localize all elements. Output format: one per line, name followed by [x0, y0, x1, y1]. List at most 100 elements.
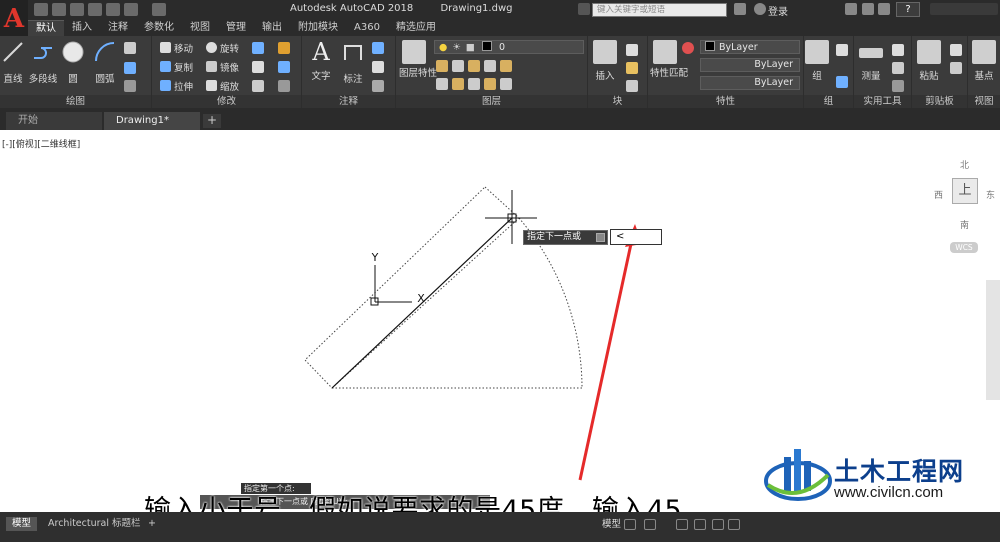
- viewcube[interactable]: 北 西 东 上 南 WCS: [930, 156, 995, 256]
- new-tab-button[interactable]: +: [203, 114, 221, 128]
- layer-lock-icon[interactable]: [484, 60, 496, 72]
- tab-start[interactable]: 开始: [6, 112, 102, 130]
- layer-unlock-icon[interactable]: [500, 78, 512, 90]
- ortho-icon[interactable]: [676, 519, 688, 530]
- tab-addins[interactable]: 附加模块: [290, 20, 346, 36]
- wcs-menu-button[interactable]: WCS: [950, 242, 978, 253]
- linear-dimension-icon[interactable]: [372, 42, 384, 54]
- make-current-icon[interactable]: [500, 60, 512, 72]
- copy-clip-icon[interactable]: [950, 62, 962, 74]
- circle-button[interactable]: 圆: [58, 40, 88, 85]
- polar-icon[interactable]: [694, 519, 706, 530]
- properties-group-title[interactable]: 特性: [648, 95, 803, 108]
- tab-insert[interactable]: 插入: [64, 20, 100, 36]
- layers-group-title[interactable]: 图层: [396, 95, 587, 108]
- tab-a360[interactable]: A360: [346, 20, 388, 36]
- fillet-icon[interactable]: [252, 61, 264, 73]
- copy-button[interactable]: 复制: [160, 59, 193, 74]
- help-button[interactable]: ?: [896, 2, 920, 17]
- layer-thaw-icon[interactable]: [484, 78, 496, 90]
- options-arrow-icon[interactable]: [596, 233, 605, 242]
- explode-icon[interactable]: [278, 61, 290, 73]
- binoculars-icon[interactable]: [734, 3, 746, 15]
- isodraft-icon[interactable]: [712, 519, 724, 530]
- modify-group-title[interactable]: 修改: [152, 95, 301, 108]
- calculator-icon[interactable]: [892, 80, 904, 92]
- stretch-button[interactable]: 拉伸: [160, 78, 193, 93]
- hatch-icon[interactable]: [124, 62, 136, 74]
- groups-group-title[interactable]: 组: [804, 95, 853, 108]
- insert-block-button[interactable]: 插入: [590, 40, 620, 82]
- cart-icon[interactable]: [845, 3, 857, 15]
- match-properties-button[interactable]: 特性匹配: [650, 40, 688, 79]
- layout-tab[interactable]: Architectural 标题栏: [42, 517, 147, 531]
- base-view-button[interactable]: 基点: [969, 40, 999, 82]
- array-icon[interactable]: [252, 80, 264, 92]
- paste-button[interactable]: 粘贴: [914, 40, 944, 82]
- clipboard-group-title[interactable]: 剪贴板: [912, 95, 967, 108]
- line-button[interactable]: 直线: [0, 40, 28, 85]
- color-dropdown[interactable]: ByLayer: [700, 40, 800, 54]
- mirror-button[interactable]: 镜像: [206, 59, 239, 74]
- annotation-group-title[interactable]: 注释: [302, 95, 395, 108]
- lineweight-dropdown[interactable]: ByLayer: [700, 76, 800, 90]
- user-icon[interactable]: [754, 3, 766, 15]
- table-icon[interactable]: [372, 80, 384, 92]
- edit-attributes-icon[interactable]: [626, 80, 638, 92]
- color-wheel-icon[interactable]: [682, 42, 694, 54]
- viewcube-west[interactable]: 西: [934, 188, 943, 201]
- tab-view[interactable]: 视图: [182, 20, 218, 36]
- snap-icon[interactable]: [644, 519, 656, 530]
- exchange-icon[interactable]: [878, 3, 890, 15]
- open-file-icon[interactable]: [52, 3, 66, 16]
- save-as-icon[interactable]: [88, 3, 102, 16]
- viewcube-south[interactable]: 南: [960, 218, 969, 231]
- tab-featured-apps[interactable]: 精选应用: [388, 20, 444, 36]
- tab-default[interactable]: 默认: [28, 20, 64, 36]
- tab-manage[interactable]: 管理: [218, 20, 254, 36]
- search-input[interactable]: 键入关键字或短语: [592, 3, 727, 17]
- group-select-icon[interactable]: [836, 76, 848, 88]
- undo-icon[interactable]: [124, 3, 138, 16]
- grid-icon[interactable]: [624, 519, 636, 530]
- tab-annotate[interactable]: 注释: [100, 20, 136, 36]
- linetype-dropdown[interactable]: ByLayer: [700, 58, 800, 72]
- new-file-icon[interactable]: [34, 3, 48, 16]
- login-link[interactable]: 登录: [768, 3, 788, 18]
- arc-button[interactable]: 圆弧: [90, 40, 120, 85]
- add-layout-button[interactable]: +: [142, 517, 162, 531]
- edit-block-icon[interactable]: [626, 62, 638, 74]
- rotate-button[interactable]: 旋转: [206, 40, 239, 55]
- text-button[interactable]: A 文字: [306, 40, 336, 82]
- tab-drawing1[interactable]: Drawing1*: [104, 112, 200, 130]
- rectangle-icon[interactable]: [124, 42, 136, 54]
- layer-isolate-icon[interactable]: [452, 60, 464, 72]
- viewcube-top-face[interactable]: 上: [952, 178, 978, 204]
- plot-icon[interactable]: [106, 3, 120, 16]
- group-button[interactable]: 组: [802, 40, 832, 82]
- layer-dropdown[interactable]: ● ☀ ■ 0: [434, 40, 584, 54]
- region-icon[interactable]: [124, 80, 136, 92]
- ungroup-icon[interactable]: [836, 44, 848, 56]
- search-icon[interactable]: [578, 3, 590, 15]
- navigation-bar[interactable]: [986, 280, 1000, 400]
- cut-icon[interactable]: [950, 44, 962, 56]
- quick-select-icon[interactable]: [892, 44, 904, 56]
- layer-previous-icon[interactable]: [452, 78, 464, 90]
- point-icon[interactable]: [892, 62, 904, 74]
- layer-off-icon[interactable]: [436, 60, 448, 72]
- create-block-icon[interactable]: [626, 44, 638, 56]
- erase-icon[interactable]: [278, 42, 290, 54]
- layer-walk-icon[interactable]: [468, 78, 480, 90]
- save-icon[interactable]: [70, 3, 84, 16]
- trim-icon[interactable]: [252, 42, 264, 54]
- tab-output[interactable]: 输出: [254, 20, 290, 36]
- block-group-title[interactable]: 块: [588, 95, 647, 108]
- layer-match-icon[interactable]: [436, 78, 448, 90]
- app-menu-button[interactable]: A: [0, 0, 28, 38]
- window-controls[interactable]: [930, 3, 998, 15]
- model-tab[interactable]: 模型: [6, 517, 38, 531]
- leader-icon[interactable]: [372, 61, 384, 73]
- view-group-title[interactable]: 视图: [968, 95, 1000, 108]
- utilities-group-title[interactable]: 实用工具: [854, 95, 911, 108]
